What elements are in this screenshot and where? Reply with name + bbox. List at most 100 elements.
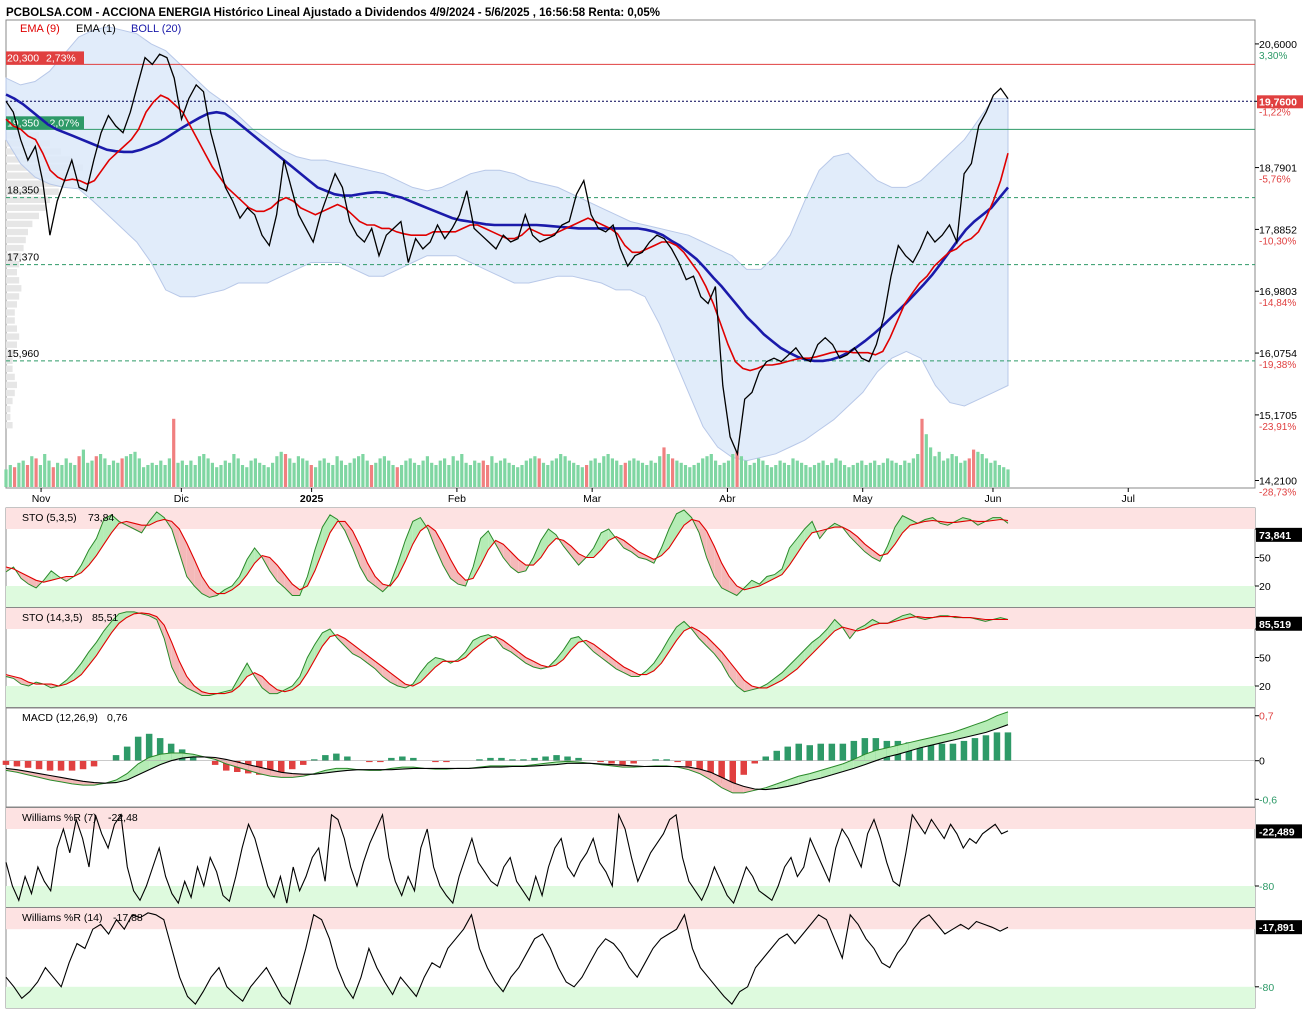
volume-bar xyxy=(752,462,756,487)
volume-bar xyxy=(339,460,343,487)
volume-bar xyxy=(554,458,558,487)
volume-bar xyxy=(585,465,589,487)
volume-bar xyxy=(197,456,202,487)
macd-panel[interactable]: MACD (12,26,9) 0,76 0,7 0 -0,6 xyxy=(2,707,1278,808)
volume-bar xyxy=(443,458,447,487)
williams-7-panel[interactable]: Williams %R (7) -22,48 -80 -22,489 xyxy=(5,807,1302,908)
volume-bar xyxy=(51,467,55,487)
osc-tick-label: -0,6 xyxy=(1259,794,1277,806)
volume-bar xyxy=(30,456,34,487)
macd-histogram-bar xyxy=(531,757,538,761)
volume-bar xyxy=(150,462,154,487)
volume-profile-bar xyxy=(6,293,20,300)
macd-histogram-bar xyxy=(278,760,285,772)
volume-bar xyxy=(292,462,296,487)
volume-bar xyxy=(352,458,356,487)
macd-histogram-bar xyxy=(795,743,802,761)
volume-bar xyxy=(511,465,515,487)
volume-bar xyxy=(25,465,30,487)
osc-tick-label: 0,7 xyxy=(1259,711,1274,723)
volume-bar xyxy=(275,456,279,487)
volume-profile-bar xyxy=(6,212,39,220)
volume-bar xyxy=(68,462,73,487)
volume-bar xyxy=(623,462,627,487)
y-tick-label: 16,9803 xyxy=(1259,286,1297,298)
volume-bar xyxy=(808,467,812,487)
volume-bar xyxy=(529,458,533,487)
oversold-zone xyxy=(6,586,1255,607)
level-label: 18,350 xyxy=(7,185,39,197)
legend-item: BOLL (20) xyxy=(131,23,181,35)
volume-bar xyxy=(907,462,911,487)
volume-bar xyxy=(640,462,645,487)
volume-bar xyxy=(228,462,232,487)
williams-14-panel[interactable]: Williams %R (14) -17,88 -80 -17,891 xyxy=(5,907,1302,1009)
level-pct: 2,73% xyxy=(46,52,76,64)
volume-bar xyxy=(701,458,705,487)
macd-histogram-bar xyxy=(784,746,791,761)
value-box-label: 85,519 xyxy=(1259,619,1291,631)
sto-14-panel[interactable]: STO (14,3,5) 85,51 50 20 85,519 xyxy=(5,607,1302,708)
volume-bar xyxy=(447,465,451,487)
osc-tick-label: 50 xyxy=(1259,653,1271,665)
volume-bar xyxy=(735,451,739,487)
macd-histogram-bar xyxy=(553,755,560,761)
volume-bar xyxy=(597,462,602,487)
volume-bar xyxy=(722,462,726,487)
volume-bar xyxy=(490,456,494,487)
volume-bar xyxy=(658,456,662,487)
price-panel[interactable]: 20,300 2,73%19,350 -2,07%18,35017,37015,96… xyxy=(4,19,1303,505)
volume-bar xyxy=(189,460,193,487)
volume-bar xyxy=(296,456,300,487)
volume-bar xyxy=(520,465,524,487)
volume-bar xyxy=(288,458,292,487)
volume-bar xyxy=(451,456,455,487)
volume-bar xyxy=(154,465,159,487)
volume-bar xyxy=(774,465,778,487)
volume-bar xyxy=(541,462,546,487)
volume-bar xyxy=(142,467,146,487)
x-tick-label: 2025 xyxy=(300,493,324,505)
volume-bar xyxy=(43,454,47,487)
macd-histogram-bar xyxy=(46,760,54,771)
volume-bar xyxy=(881,462,885,487)
x-tick-label: May xyxy=(853,493,874,505)
volume-bar xyxy=(615,460,619,487)
x-tick-label: Jun xyxy=(985,493,1002,505)
volume-bar xyxy=(430,462,434,487)
volume-bar xyxy=(572,462,576,487)
volume-bar xyxy=(825,465,829,487)
volume-bar xyxy=(692,465,696,487)
macd-histogram-bar xyxy=(949,743,957,761)
volume-bar xyxy=(890,460,894,487)
volume-bar xyxy=(666,454,670,487)
volume-bar xyxy=(335,456,339,487)
volume-bar xyxy=(873,460,877,487)
volume-bar xyxy=(400,465,404,487)
volume-bar xyxy=(972,449,976,487)
macd-histogram-bar xyxy=(211,760,219,765)
macd-histogram-bar xyxy=(729,760,736,784)
volume-bar xyxy=(468,465,472,487)
y-tick-pct: -5,76% xyxy=(1259,175,1291,186)
panel-label: Williams %R (14) xyxy=(22,912,103,924)
volume-bar xyxy=(77,456,81,487)
volume-bar xyxy=(739,456,743,487)
volume-bar xyxy=(245,467,249,487)
macd-histogram-bar xyxy=(1004,732,1012,761)
volume-bar xyxy=(628,460,632,487)
volume-bar xyxy=(503,458,507,487)
osc-tick-label: 0 xyxy=(1259,756,1265,768)
sto-5-panel[interactable]: STO (5,3,5) 73,84 50 20 73,841 xyxy=(5,507,1302,608)
volume-bar xyxy=(103,458,107,487)
volume-bar xyxy=(589,460,593,487)
volume-bar xyxy=(167,458,171,487)
volume-bar xyxy=(886,458,890,487)
volume-bar xyxy=(60,465,64,487)
volume-bar xyxy=(933,456,937,487)
volume-bar xyxy=(559,454,563,487)
macd-histogram-bar xyxy=(542,756,549,761)
volume-bar xyxy=(675,460,679,487)
macd-histogram-bar xyxy=(79,760,87,770)
volume-bar xyxy=(847,467,851,487)
